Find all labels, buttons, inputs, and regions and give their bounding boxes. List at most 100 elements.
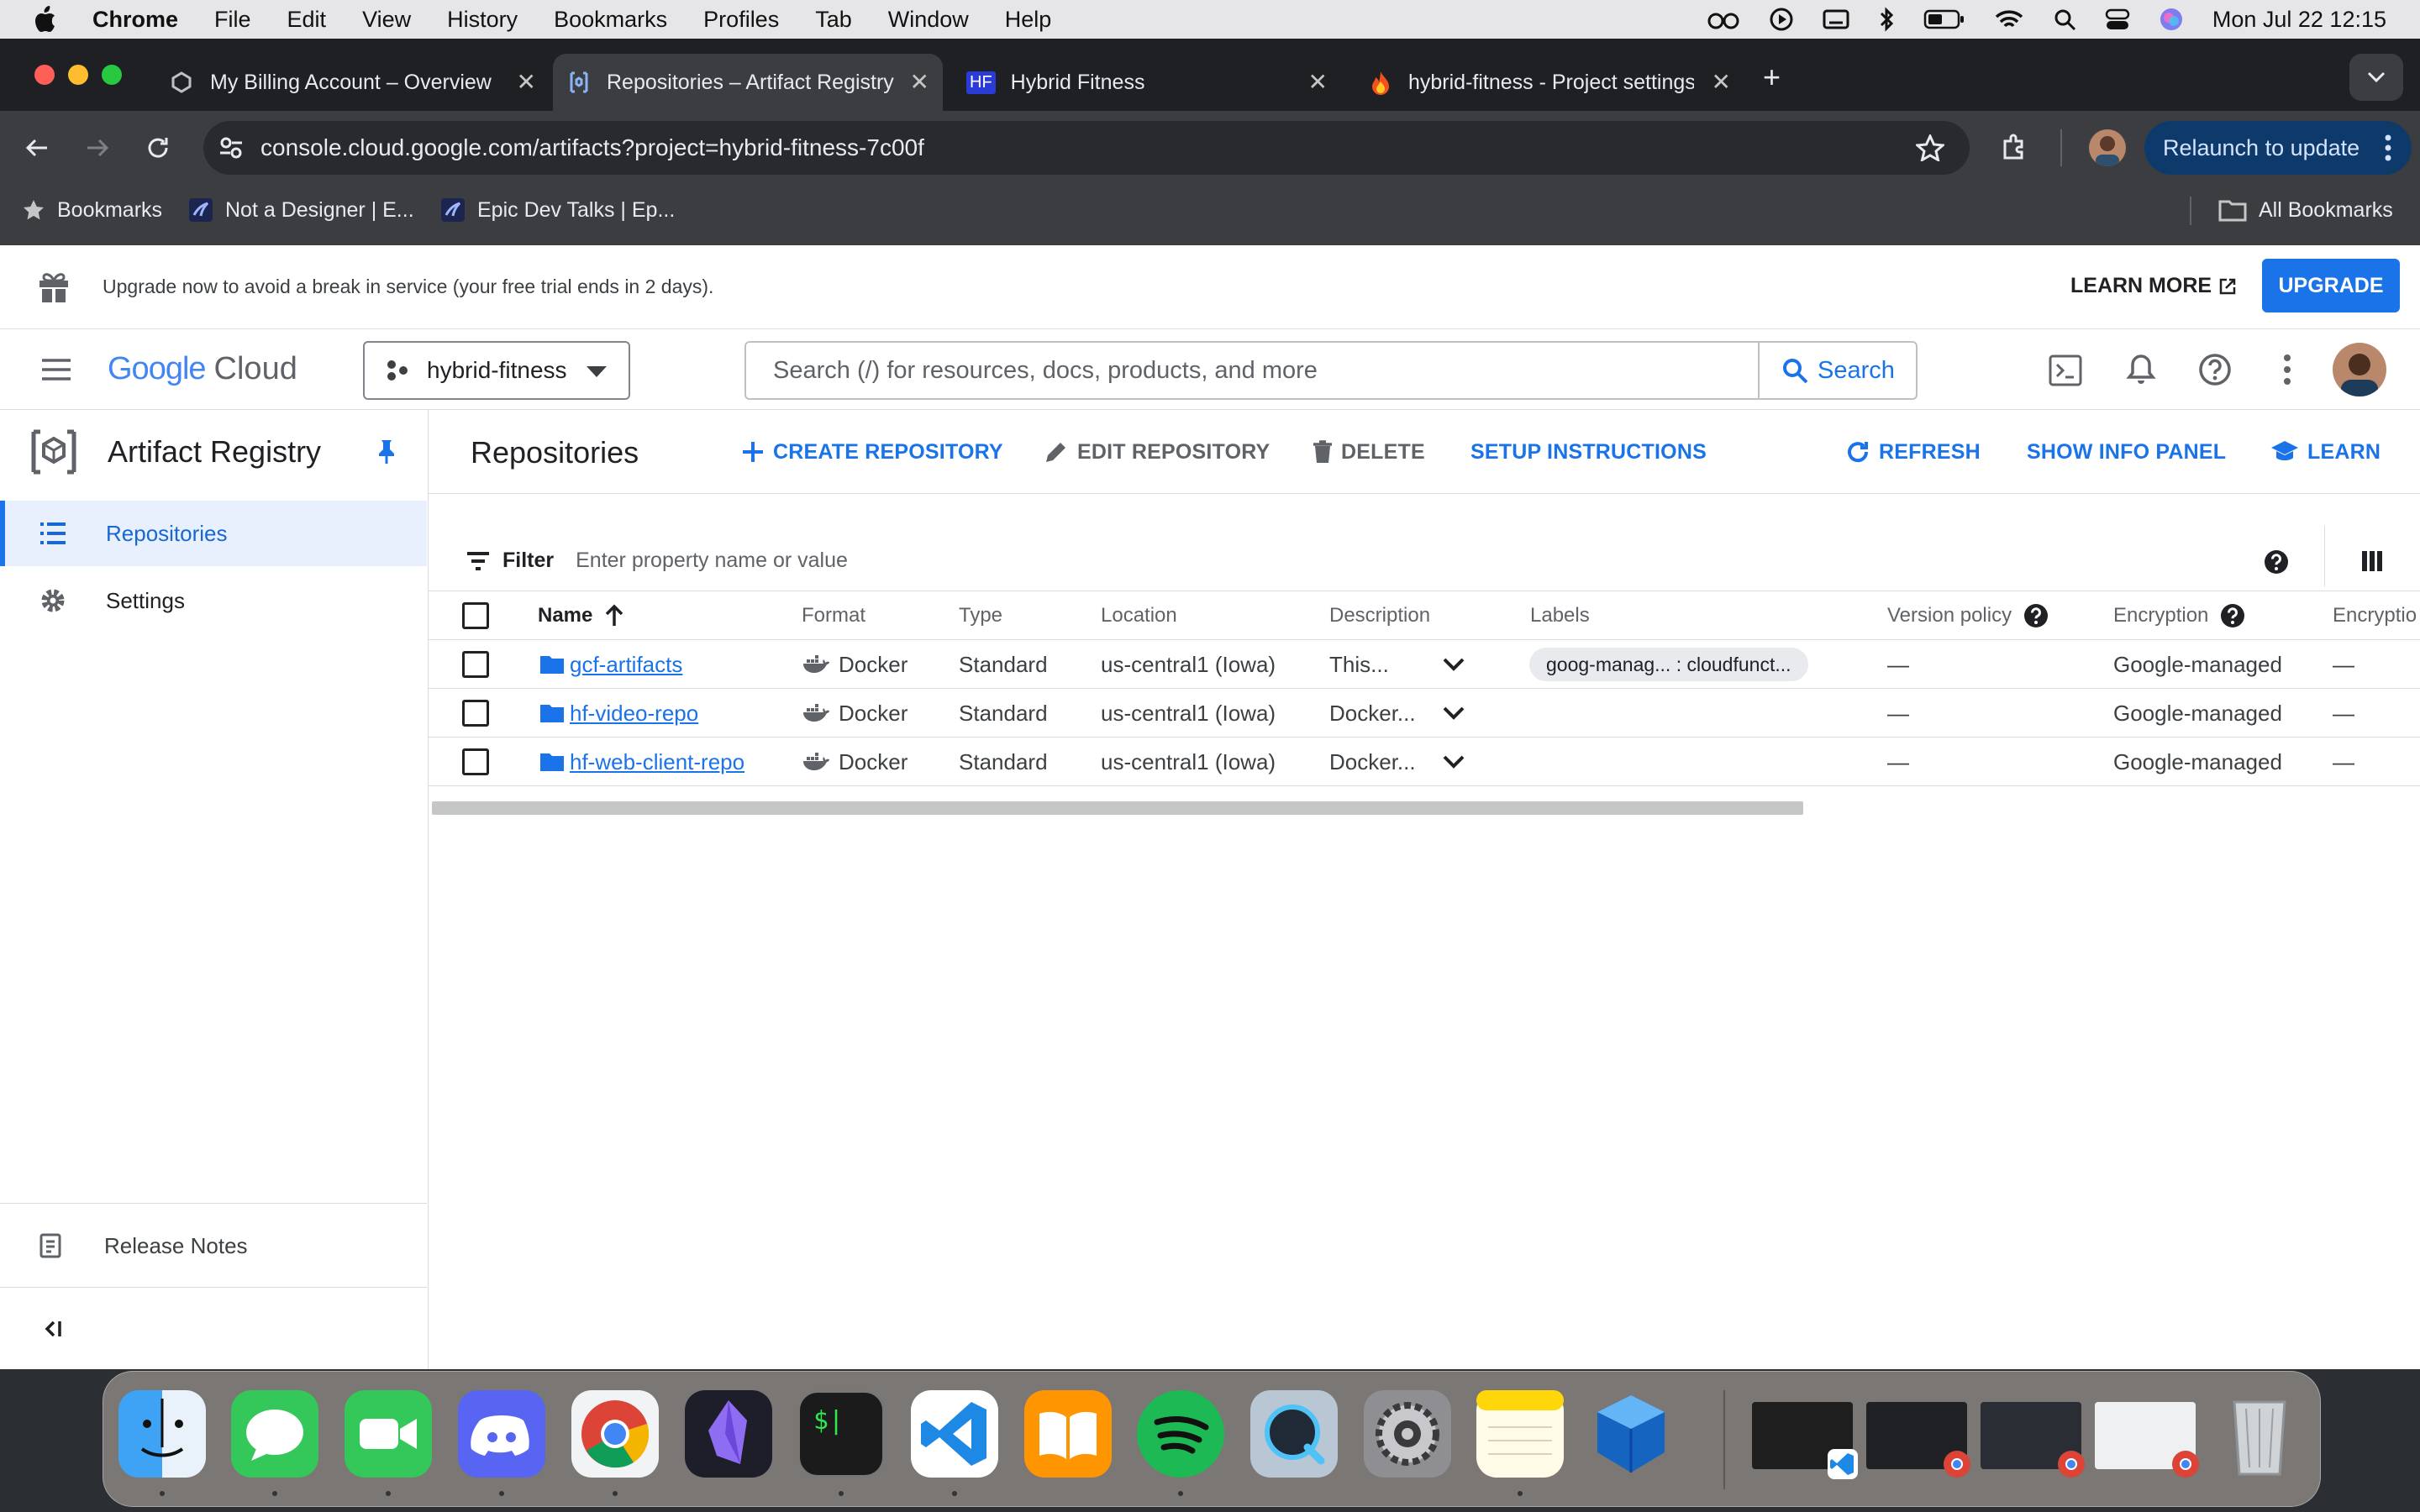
repo-name-link[interactable]: gcf-artifacts (570, 652, 682, 678)
keyboard-icon[interactable] (1823, 8, 1849, 30)
facetime-icon[interactable] (345, 1390, 432, 1478)
column-header-encryption[interactable]: Encryption (2113, 591, 2245, 640)
column-header-format[interactable]: Format (802, 591, 865, 640)
setup-instructions-button[interactable]: SETUP INSTRUCTIONS (1470, 410, 1707, 494)
tab-hybrid-fitness[interactable]: HF Hybrid Fitness ✕ (950, 54, 1341, 111)
more-vert-icon[interactable] (2284, 354, 2291, 385)
new-tab-button[interactable]: + (1763, 62, 1781, 92)
quicktime-icon[interactable] (1250, 1390, 1338, 1478)
bookmark-star-icon[interactable] (1916, 134, 1944, 161)
menu-tab[interactable]: Tab (815, 7, 852, 33)
menu-file[interactable]: File (214, 7, 251, 33)
expand-description-button[interactable] (1442, 689, 1465, 738)
help-icon[interactable] (2198, 353, 2232, 386)
search-input[interactable]: Search (/) for resources, docs, products… (773, 357, 1318, 385)
site-info-icon[interactable] (218, 135, 244, 160)
horizontal-scrollbar[interactable] (432, 801, 1803, 815)
learn-button[interactable]: LEARN (2270, 410, 2381, 494)
expand-description-button[interactable] (1442, 738, 1465, 786)
tab-project-settings[interactable]: hybrid-fitness - Project settings ✕ (1353, 54, 1744, 111)
sidebar-item-settings[interactable]: Settings (0, 568, 427, 633)
column-display-options-icon[interactable] (2361, 549, 2383, 573)
minimized-window-chrome[interactable] (1866, 1402, 1970, 1478)
hamburger-menu-icon[interactable] (40, 358, 72, 381)
collapse-sidebar-icon[interactable] (42, 1319, 64, 1339)
row-checkbox[interactable] (462, 651, 489, 678)
pin-icon[interactable] (376, 438, 397, 465)
close-icon[interactable]: ✕ (1712, 71, 1731, 94)
column-header-description[interactable]: Description (1329, 591, 1430, 640)
siri-icon[interactable] (2159, 7, 2184, 32)
column-header-version-policy[interactable]: Version policy (1887, 591, 2049, 640)
cloud-shell-icon[interactable] (2049, 354, 2082, 386)
help-circle-icon[interactable] (2264, 549, 2289, 575)
upgrade-button[interactable]: UPGRADE (2262, 259, 2400, 312)
close-icon[interactable]: ✕ (910, 71, 929, 94)
minimized-window-chrome[interactable] (2095, 1402, 2199, 1478)
tab-repositories[interactable]: Repositories – Artifact Registry ✕ (553, 54, 943, 111)
back-arrow-icon[interactable] (24, 134, 50, 161)
reader-glasses-icon[interactable] (1707, 8, 1740, 31)
column-header-name[interactable]: Name (538, 591, 624, 640)
row-checkbox[interactable] (462, 748, 489, 775)
extensions-puzzle-icon[interactable] (2000, 133, 2030, 163)
minimized-window-vscode[interactable] (1752, 1402, 1858, 1479)
google-cloud-logo[interactable]: Google Cloud (108, 351, 297, 387)
column-header-labels[interactable]: Labels (1530, 591, 1590, 640)
help-circle-icon[interactable] (2220, 603, 2245, 628)
bluetooth-icon[interactable] (1878, 6, 1895, 33)
repo-name-link[interactable]: hf-web-client-repo (570, 749, 744, 775)
column-header-type[interactable]: Type (959, 591, 1002, 640)
edit-repository-button[interactable]: EDIT REPOSITORY (1044, 410, 1270, 494)
terminal-icon[interactable]: $| (797, 1390, 885, 1478)
vscode-icon[interactable] (911, 1390, 998, 1478)
account-avatar[interactable] (2333, 343, 2386, 396)
create-repository-button[interactable]: CREATE REPOSITORY (741, 410, 1003, 494)
sidebar-item-repositories[interactable]: Repositories (0, 501, 427, 566)
table-row[interactable]: hf-video-repo Docker Standard us-central… (429, 689, 2420, 738)
menubar-clock[interactable]: Mon Jul 22 12:15 (2212, 7, 2386, 33)
forward-arrow-icon[interactable] (84, 134, 111, 161)
close-icon[interactable]: ✕ (1308, 71, 1328, 94)
menu-window[interactable]: Window (888, 7, 969, 33)
table-row[interactable]: gcf-artifacts Docker Standard us-central… (429, 640, 2420, 689)
apple-icon[interactable] (32, 5, 62, 34)
close-icon[interactable]: ✕ (517, 71, 536, 94)
tab-search-button[interactable] (2349, 54, 2403, 101)
menu-help[interactable]: Help (1005, 7, 1052, 33)
delete-button[interactable]: DELETE (1313, 410, 1425, 494)
trash-icon[interactable] (2216, 1390, 2303, 1478)
discord-icon[interactable] (458, 1390, 545, 1478)
more-vert-icon[interactable] (2385, 134, 2391, 161)
refresh-button[interactable]: REFRESH (1845, 410, 1981, 494)
help-circle-icon[interactable] (2023, 603, 2049, 628)
column-header-location[interactable]: Location (1101, 591, 1177, 640)
search-box[interactable]: Search (/) for resources, docs, products… (744, 341, 1918, 400)
release-notes-link[interactable]: Release Notes (0, 1205, 427, 1287)
column-header-encryption-key[interactable]: Encryptio (2333, 591, 2417, 640)
menu-app-name[interactable]: Chrome (92, 7, 178, 33)
reload-icon[interactable] (145, 134, 171, 161)
menu-view[interactable]: View (362, 7, 411, 33)
messages-icon[interactable] (231, 1390, 318, 1478)
control-center-icon[interactable] (2105, 8, 2130, 31)
relaunch-to-update-button[interactable]: Relaunch to update (2144, 121, 2412, 175)
bookmark-item-not-a-designer[interactable]: Not a Designer | E... (188, 185, 414, 235)
battery-icon[interactable] (1923, 8, 1965, 30)
expand-description-button[interactable] (1442, 640, 1465, 689)
label-chip[interactable]: goog-manag... : cloudfunct... (1529, 648, 1808, 681)
window-close-button[interactable] (34, 64, 55, 86)
project-selector[interactable]: hybrid-fitness (363, 341, 630, 400)
finder-icon[interactable] (118, 1390, 206, 1478)
bookmarks-button[interactable]: Bookmarks (22, 185, 162, 235)
window-minimize-button[interactable] (67, 64, 89, 86)
repo-name-link[interactable]: hf-video-repo (570, 701, 698, 727)
select-all-checkbox[interactable] (462, 602, 489, 629)
wifi-icon[interactable] (1994, 8, 2024, 31)
filter-bar[interactable]: Filter Enter property name or value (429, 526, 2420, 591)
menu-profiles[interactable]: Profiles (703, 7, 779, 33)
bookmark-item-epic-dev-talks[interactable]: Epic Dev Talks | Ep... (440, 185, 675, 235)
books-icon[interactable] (1024, 1390, 1112, 1478)
spotlight-search-icon[interactable] (2053, 8, 2076, 31)
filter-input[interactable]: Enter property name or value (576, 549, 848, 573)
